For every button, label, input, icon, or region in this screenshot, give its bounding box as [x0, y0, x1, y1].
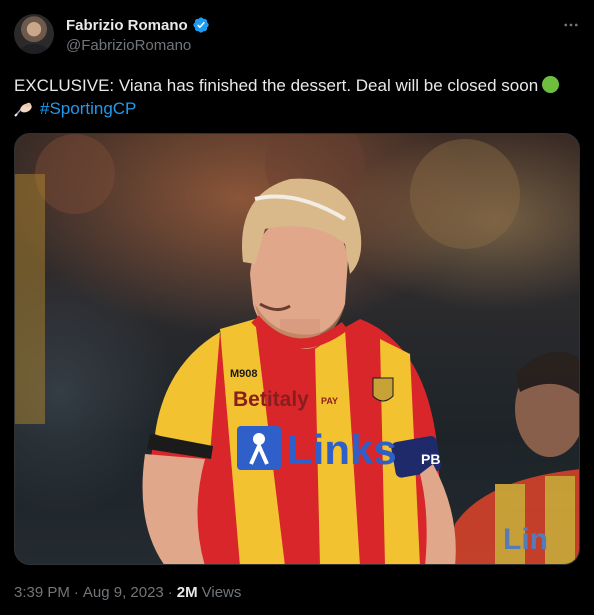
hashtag-link[interactable]: #SportingCP [40, 99, 136, 118]
views-count: 2M [176, 584, 198, 601]
author-name-row: Fabrizio Romano [66, 16, 210, 34]
author-display-name[interactable]: Fabrizio Romano [66, 17, 188, 34]
player-photo-illustration: Lin PB M908 Betitaly PAY Links [15, 134, 579, 564]
tweet-meta: 3:39 PM · Aug 9, 2023 · 2M Views [14, 584, 241, 601]
jersey-secondary-sponsor-tag: PAY [321, 396, 338, 406]
tweet-photo[interactable]: Lin PB M908 Betitaly PAY Links [14, 133, 580, 565]
avatar[interactable] [14, 14, 54, 54]
green-circle-emoji [542, 76, 560, 93]
tweet-card: Fabrizio Romano @FabrizioRomano EXCLUSIV… [0, 0, 594, 615]
jersey-kit-maker: M908 [230, 368, 258, 380]
armband-text: PB [421, 451, 440, 467]
tweet-time[interactable]: 3:39 PM [14, 584, 70, 601]
tweet-text-line1: EXCLUSIVE: Viana has finished the desser… [14, 76, 539, 95]
avatar-shoulders [20, 44, 48, 54]
secondary-player-sponsor: Lin [503, 523, 548, 556]
verified-badge-icon[interactable] [192, 16, 210, 34]
tweet-text: EXCLUSIVE: Viana has finished the desser… [14, 74, 580, 120]
meta-separator: · [73, 584, 79, 601]
author-handle[interactable]: @FabrizioRomano [66, 37, 191, 54]
meta-separator: · [167, 584, 173, 601]
more-options-button[interactable] [558, 14, 584, 36]
writing-hand-icon [14, 102, 32, 117]
more-options-icon [564, 23, 578, 27]
views-label: Views [201, 584, 242, 601]
jersey-main-sponsor: Links [287, 426, 397, 473]
tweet-text-line2: #SportingCP [14, 97, 580, 120]
tweet-date[interactable]: Aug 9, 2023 [83, 584, 164, 601]
jersey-secondary-sponsor: Betitaly [233, 388, 309, 411]
